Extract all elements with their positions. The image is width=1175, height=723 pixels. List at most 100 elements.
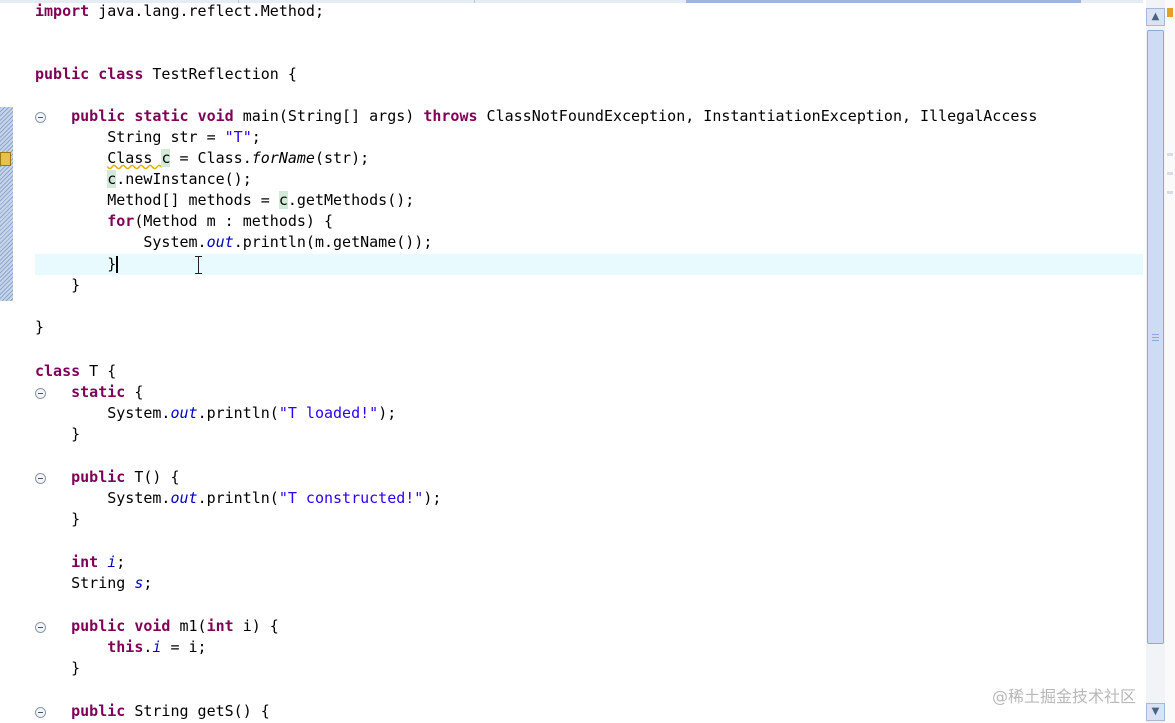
keyword: class xyxy=(98,65,144,83)
keyword: class xyxy=(35,362,81,380)
editor-left-bar xyxy=(0,3,13,723)
static-field: out xyxy=(206,233,234,251)
folding-ruler xyxy=(13,3,46,723)
static-field: out xyxy=(170,404,198,422)
code-line: public void m1(int i) { xyxy=(35,616,1143,637)
code-text: System. xyxy=(107,489,171,507)
code-text: T { xyxy=(80,362,117,380)
code-text: ; xyxy=(143,574,153,592)
code-line: } xyxy=(35,658,1143,679)
overview-ruler[interactable] xyxy=(1165,0,1175,723)
code-line: System.out.println("T loaded!"); xyxy=(35,403,1143,424)
code-line: import java.lang.reflect.Method; xyxy=(35,1,1143,22)
code-line: } xyxy=(35,509,1143,530)
code-line: static { xyxy=(35,382,1143,403)
string-literal: "T constructed!" xyxy=(278,489,424,507)
keyword: static xyxy=(134,107,189,125)
code-text: String xyxy=(71,574,135,592)
code-text: ; xyxy=(116,553,126,571)
code-text: (Method m : methods) { xyxy=(134,212,334,230)
static-field: out xyxy=(170,489,198,507)
selection-marker xyxy=(0,107,13,301)
keyword: public xyxy=(71,617,126,635)
code-line: public static void main(String[] args) t… xyxy=(35,106,1143,127)
field-name: i xyxy=(107,553,117,571)
keyword: int xyxy=(206,617,234,635)
mouse-ibeam-cursor xyxy=(195,256,203,274)
keyword: import xyxy=(35,2,90,20)
code-text: Method[] methods = xyxy=(107,191,279,209)
occurrence-marker[interactable] xyxy=(1167,153,1173,156)
keyword: throws xyxy=(423,107,478,125)
scroll-up-button[interactable]: ▲ xyxy=(1146,8,1165,26)
scroll-down-button[interactable]: ▼ xyxy=(1146,703,1165,721)
code-text: java.lang.reflect.Method; xyxy=(89,2,324,20)
code-text: T() { xyxy=(125,468,180,486)
code-text: } xyxy=(71,510,81,528)
string-literal: "T" xyxy=(224,128,252,146)
code-line: } xyxy=(35,424,1143,445)
code-text: } xyxy=(71,425,81,443)
keyword: public xyxy=(71,702,126,720)
code-text: i) { xyxy=(233,617,279,635)
warning-marker[interactable] xyxy=(1167,8,1173,17)
code-line: String str = "T"; xyxy=(35,127,1143,148)
code-text: ; xyxy=(251,128,261,146)
code-line: public T() { xyxy=(35,467,1143,488)
code-text: Class xyxy=(107,149,162,167)
thumb-grip xyxy=(1152,340,1159,341)
code-line: this.i = i; xyxy=(35,637,1143,658)
code-text: } xyxy=(107,255,117,273)
watermark-text: @稀土掘金技术社区 xyxy=(992,687,1137,706)
code-line: System.out.println("T constructed!"); xyxy=(35,488,1143,509)
keyword: public xyxy=(35,65,90,83)
keyword: for xyxy=(107,212,135,230)
code-text: } xyxy=(35,318,45,336)
code-text: = Class. xyxy=(170,149,252,167)
code-text: = i; xyxy=(161,638,207,656)
code-text: ); xyxy=(423,489,442,507)
static-method: forName xyxy=(251,149,315,167)
keyword: static xyxy=(71,383,126,401)
thumb-grip xyxy=(1152,337,1159,338)
keyword: void xyxy=(134,617,171,635)
occurrence-marker[interactable] xyxy=(1167,191,1173,194)
code-text: TestReflection { xyxy=(143,65,297,83)
code-line: System.out.println(m.getName()); xyxy=(35,232,1143,253)
warning-icon[interactable] xyxy=(0,152,11,166)
code-text: ClassNotFoundException, InstantiationExc… xyxy=(477,107,1038,125)
code-line: c.newInstance(); xyxy=(35,169,1143,190)
code-text: ); xyxy=(378,404,397,422)
code-text: main(String[] args) xyxy=(233,107,424,125)
code-text: .newInstance(); xyxy=(116,170,252,188)
code-text: m1( xyxy=(170,617,207,635)
code-text: } xyxy=(71,276,81,294)
code-text: System. xyxy=(143,233,207,251)
keyword: int xyxy=(71,553,99,571)
keyword: void xyxy=(197,107,234,125)
code-line: Class c = Class.forName(str); xyxy=(35,148,1143,169)
code-text: .println( xyxy=(197,404,279,422)
code-line: int i; xyxy=(35,552,1143,573)
variable-occurrence: c xyxy=(107,170,117,188)
code-text: .getMethods(); xyxy=(287,191,415,209)
keyword: public xyxy=(71,468,126,486)
code-editor[interactable]: import java.lang.reflect.Method; public … xyxy=(35,0,1143,723)
code-text: System. xyxy=(107,404,171,422)
text-caret xyxy=(116,256,119,273)
code-line: String s; xyxy=(35,573,1143,594)
code-line: } xyxy=(35,275,1143,296)
code-text: String str = xyxy=(107,128,225,146)
occurrence-marker[interactable] xyxy=(1167,172,1173,175)
thumb-grip xyxy=(1152,334,1159,335)
code-text: String getS() { xyxy=(125,702,270,720)
keyword: this xyxy=(107,638,144,656)
code-line: for(Method m : methods) { xyxy=(35,211,1143,232)
code-text: (str); xyxy=(314,149,370,167)
variable-occurrence: c xyxy=(278,191,288,209)
code-line: Method[] methods = c.getMethods(); xyxy=(35,190,1143,211)
keyword: public xyxy=(71,107,126,125)
code-line: public String getS() { xyxy=(35,701,1143,722)
code-text: { xyxy=(125,383,144,401)
